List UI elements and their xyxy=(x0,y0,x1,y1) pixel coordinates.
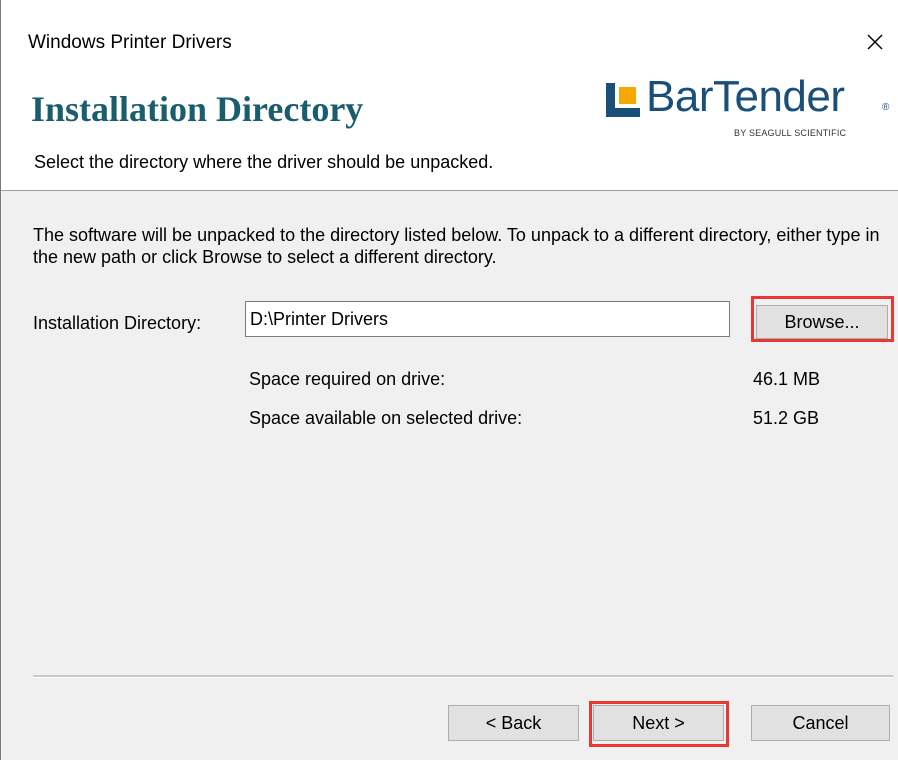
space-available-label: Space available on selected drive: xyxy=(249,408,523,428)
space-required-value: 46.1 MB xyxy=(753,369,821,389)
close-button[interactable] xyxy=(852,22,898,62)
wizard-header: Installation Directory Select the direct… xyxy=(1,66,898,190)
browse-button[interactable]: Browse... xyxy=(756,305,888,339)
next-button[interactable]: Next > xyxy=(593,705,724,741)
wizard-body: The software will be unpacked to the dir… xyxy=(1,191,898,760)
logo-brand-text: BarTender xyxy=(646,72,845,121)
bartender-logo-icon xyxy=(606,83,640,117)
footer-divider xyxy=(33,675,893,678)
installation-directory-input[interactable] xyxy=(245,301,730,337)
space-required-label: Space required on drive: xyxy=(249,369,446,389)
description-text: The software will be unpacked to the dir… xyxy=(33,225,880,267)
close-icon xyxy=(867,34,883,50)
window-title: Windows Printer Drivers xyxy=(28,32,232,53)
page-subtitle: Select the directory where the driver sh… xyxy=(34,152,494,172)
cancel-button[interactable]: Cancel xyxy=(751,705,890,741)
title-bar: Windows Printer Drivers xyxy=(1,0,898,66)
logo-tagline: BY SEAGULL SCIENTIFIC xyxy=(734,128,847,138)
back-button[interactable]: < Back xyxy=(448,705,579,741)
bartender-logo: BarTender ® BY SEAGULL SCIENTIFIC xyxy=(606,72,891,146)
installation-directory-label: Installation Directory: xyxy=(33,313,202,333)
space-available-value: 51.2 GB xyxy=(753,408,820,428)
logo-registered-mark: ® xyxy=(882,102,890,113)
page-title: Installation Directory xyxy=(31,89,364,129)
